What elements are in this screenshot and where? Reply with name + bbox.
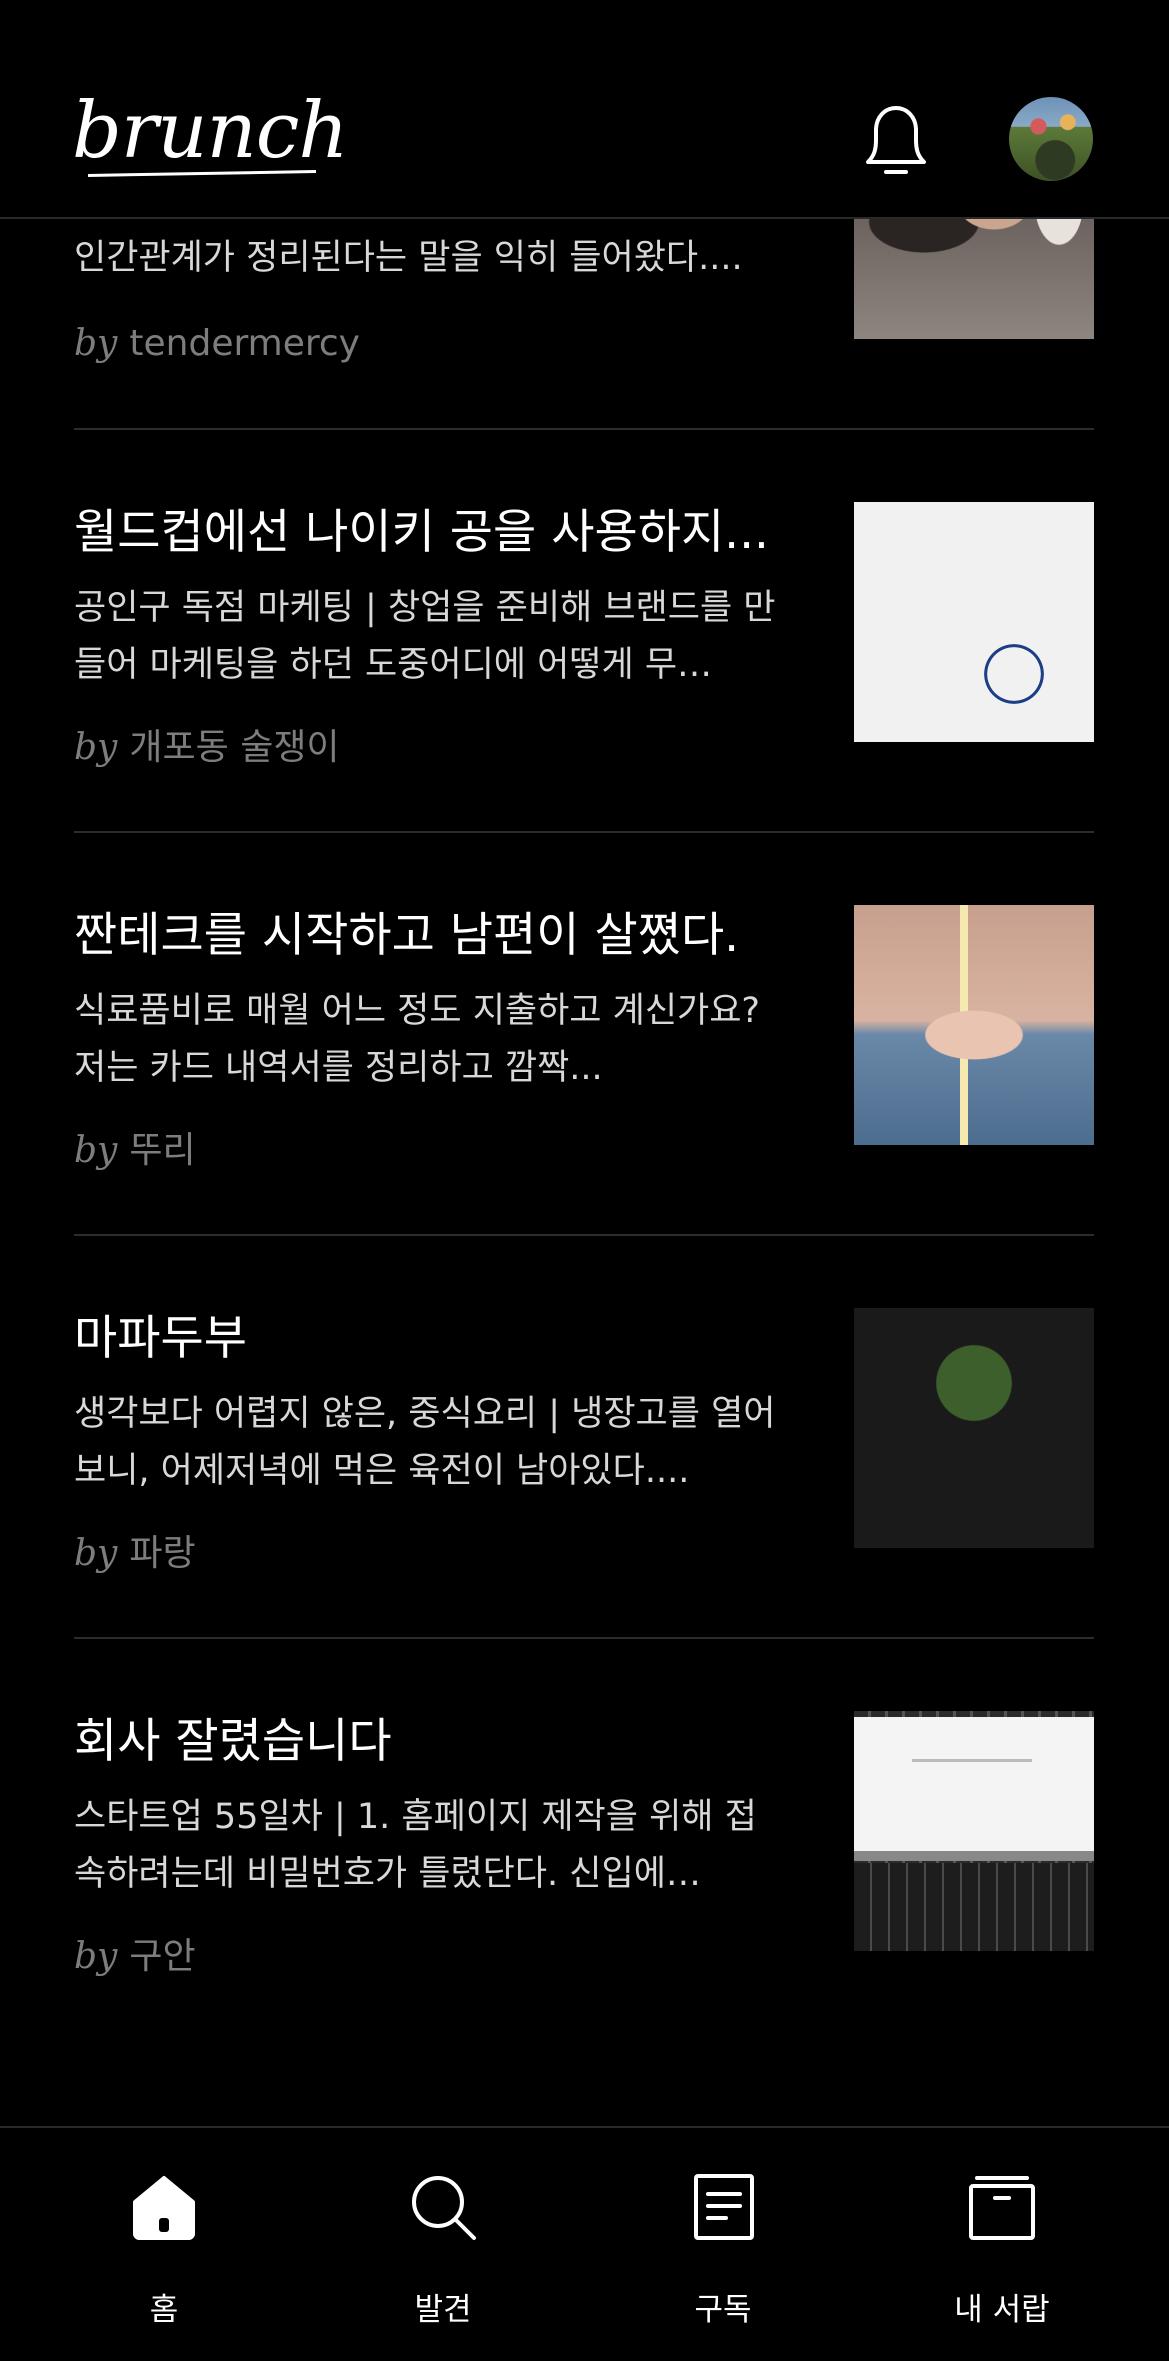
- nav-subscribe[interactable]: 구독: [633, 2172, 813, 2328]
- article-card[interactable]: 월드컵에선 나이키 공을 사용하지... 공인구 독점 마케팅 | 창업을 준비…: [74, 502, 1094, 904]
- article-title[interactable]: 짠테크를 시작하고 남편이 살쪘다.: [74, 905, 794, 967]
- article-description: 스타트업 55일차 | 1. 홈페이지 제작을 위해 접속하려는데 비밀번호가 …: [74, 1797, 757, 1894]
- app-root: 인간관계가 정리된다는 말을 익히 들어왔다.... by tendermercy…: [0, 0, 1169, 2361]
- by-label: by: [74, 727, 118, 768]
- bell-icon[interactable]: [858, 100, 934, 180]
- divider: [74, 831, 1094, 833]
- article-thumbnail[interactable]: [854, 1711, 1094, 1951]
- document-icon: [694, 2174, 754, 2240]
- article-author[interactable]: 구안: [129, 1936, 195, 1977]
- article-byline[interactable]: by 개포동 술쟁이: [74, 724, 340, 772]
- drawer-icon: [969, 2176, 1035, 2240]
- article-card[interactable]: 회사 잘렸습니다 스타트업 55일차 | 1. 홈페이지 제작을 위해 접속하려…: [74, 1711, 1094, 2113]
- article-title[interactable]: 회사 잘렸습니다: [74, 1711, 794, 1773]
- article-thumbnail[interactable]: [854, 1308, 1094, 1548]
- by-label: by: [74, 1936, 118, 1977]
- brunch-logo[interactable]: brunch: [72, 92, 349, 170]
- top-app-bar: brunch: [0, 0, 1169, 219]
- article-byline[interactable]: by 뚜리: [74, 1127, 196, 1175]
- article-thumbnail[interactable]: [854, 905, 1094, 1145]
- bottom-navigation: 홈 발견 구독 내 서랍: [0, 2126, 1169, 2361]
- by-label: by: [74, 1130, 118, 1171]
- nav-discover[interactable]: 발견: [353, 2172, 533, 2328]
- nav-library-label: 내 서랍: [954, 2292, 1050, 2328]
- article-byline[interactable]: by 파랑: [74, 1530, 196, 1578]
- article-byline[interactable]: by 구안: [74, 1933, 196, 1981]
- nav-library[interactable]: 내 서랍: [912, 2172, 1092, 2328]
- by-label: by: [74, 1533, 118, 1574]
- laptop-screen-line: [912, 1759, 1032, 1762]
- nav-home-label: 홈: [149, 2292, 179, 2328]
- article-card[interactable]: 짠테크를 시작하고 남편이 살쪘다. 식료품비로 매월 어느 정도 지출하고 계…: [74, 905, 1094, 1307]
- article-title[interactable]: 마파두부: [74, 1308, 794, 1370]
- laptop-keyboard: [854, 1863, 1094, 1951]
- article-thumbnail[interactable]: [854, 502, 1094, 742]
- nav-discover-label: 발견: [414, 2292, 472, 2328]
- article-author[interactable]: 파랑: [129, 1533, 195, 1574]
- search-icon: [412, 2176, 476, 2240]
- divider: [74, 1234, 1094, 1236]
- article-card[interactable]: 마파두부 생각보다 어렵지 않은, 중식요리 | 냉장고를 열어보니, 어제저녁…: [74, 1308, 1094, 1710]
- article-author[interactable]: 뚜리: [129, 1130, 195, 1171]
- divider: [74, 428, 1094, 430]
- nav-home[interactable]: 홈: [74, 2172, 254, 2328]
- avatar[interactable]: [1009, 97, 1093, 181]
- article-byline[interactable]: by tendermercy: [74, 320, 360, 368]
- article-description: 인간관계가 정리된다는 말을 익히 들어왔다....: [74, 238, 743, 278]
- by-label: by: [74, 323, 118, 364]
- divider: [74, 1637, 1094, 1639]
- article-author[interactable]: tendermercy: [129, 323, 360, 364]
- article-title[interactable]: 월드컵에선 나이키 공을 사용하지...: [74, 502, 794, 564]
- article-description: 식료품비로 매월 어느 정도 지출하고 계신가요? 저는 카드 내역서를 정리하…: [74, 991, 761, 1088]
- nav-subscribe-label: 구독: [694, 2292, 752, 2328]
- article-description: 공인구 독점 마케팅 | 창업을 준비해 브랜드를 만들어 마케팅을 하던 도중…: [74, 588, 776, 685]
- article-author[interactable]: 개포동 술쟁이: [129, 727, 339, 768]
- home-icon: [133, 2176, 195, 2240]
- article-description: 생각보다 어렵지 않은, 중식요리 | 냉장고를 열어보니, 어제저녁에 먹은 …: [74, 1394, 776, 1491]
